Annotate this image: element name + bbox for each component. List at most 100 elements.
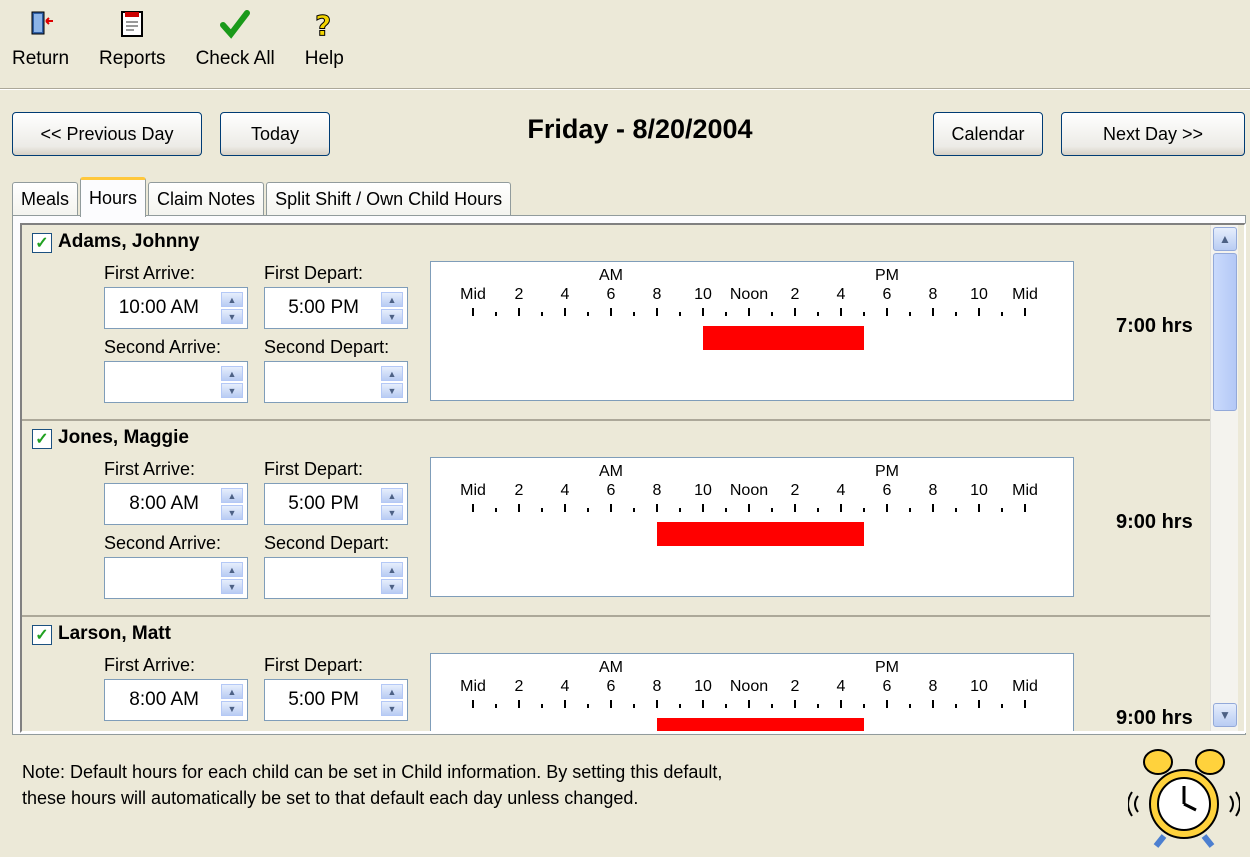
child-name: Adams, Johnny [58, 231, 200, 252]
timeline-tick [587, 312, 589, 316]
help-button[interactable]: ? Help [305, 0, 344, 88]
spin-down-icon[interactable]: ▼ [221, 505, 243, 520]
child-checkbox[interactable]: ✓ [32, 233, 52, 253]
second-depart-field[interactable]: ▲ ▼ [264, 557, 408, 599]
timeline-tick-label: 6 [882, 678, 892, 695]
timeline-tick-label: Mid [460, 678, 486, 695]
spin-down-icon[interactable]: ▼ [221, 383, 243, 398]
timeline-tick [656, 504, 658, 512]
spin-up-icon[interactable]: ▲ [381, 562, 403, 577]
timeline-tick [518, 308, 520, 316]
timeline-chart: AM PM Mid 2 4 6 8 10 Noon 2 4 6 8 10 Mid [430, 653, 1074, 731]
first-arrive-field[interactable]: 8:00 AM ▲ ▼ [104, 679, 248, 721]
spin-down-icon[interactable]: ▼ [381, 383, 403, 398]
check-all-button[interactable]: Check All [196, 0, 275, 88]
timeline-tick [610, 308, 612, 316]
pm-label: PM [875, 267, 899, 284]
spin-up-icon[interactable]: ▲ [221, 488, 243, 503]
tab-claim-notes[interactable]: Claim Notes [148, 182, 265, 216]
timeline-chart: AM PM Mid 2 4 6 8 10 Noon 2 4 6 8 10 Mid [430, 457, 1074, 597]
timeline-tick [955, 312, 957, 316]
second-arrive-label: Second Arrive: [104, 337, 222, 357]
tab-hours[interactable]: Hours [80, 177, 147, 217]
scroll-up-icon[interactable]: ▲ [1213, 227, 1237, 251]
timeline-tick [587, 508, 589, 512]
date-title: Friday - 8/20/2004 [527, 114, 753, 144]
timeline-tick-label: 4 [560, 482, 570, 499]
timeline-tick [564, 308, 566, 316]
timeline-tick-label: 2 [514, 678, 524, 695]
timeline-tick [748, 504, 750, 512]
timeline-tick [610, 504, 612, 512]
timeline-tick [886, 308, 888, 316]
child-checkbox[interactable]: ✓ [32, 625, 52, 645]
spin-up-icon[interactable]: ▲ [381, 684, 403, 699]
spin-up-icon[interactable]: ▲ [381, 292, 403, 307]
timeline-tick-label: 10 [694, 286, 712, 303]
spin-down-icon[interactable]: ▼ [221, 309, 243, 324]
child-row: ✓ Jones, Maggie First Arrive: First Depa… [22, 421, 1210, 617]
timeline-tick [587, 704, 589, 708]
scroll-down-icon[interactable]: ▼ [1213, 703, 1237, 727]
spin-up-icon[interactable]: ▲ [221, 292, 243, 307]
total-hours: 7:00 hrs [1116, 315, 1193, 337]
today-button[interactable]: Today [220, 112, 330, 156]
spin-down-icon[interactable]: ▼ [381, 701, 403, 716]
spin-down-icon[interactable]: ▼ [381, 579, 403, 594]
spin-up-icon[interactable]: ▲ [221, 684, 243, 699]
spin-up-icon[interactable]: ▲ [221, 562, 243, 577]
timeline-tick-label: 6 [606, 678, 616, 695]
timeline-tick [1001, 508, 1003, 512]
timeline-tick [518, 504, 520, 512]
second-depart-field[interactable]: ▲ ▼ [264, 361, 408, 403]
tab-split-shift[interactable]: Split Shift / Own Child Hours [266, 182, 512, 216]
spin-up-icon[interactable]: ▲ [221, 366, 243, 381]
timeline-tick [495, 312, 497, 316]
timeline-tick-label: 6 [882, 482, 892, 499]
scroll-thumb[interactable] [1213, 253, 1237, 411]
timeline-tick-label: 4 [560, 678, 570, 695]
second-arrive-field[interactable]: ▲ ▼ [104, 361, 248, 403]
timeline-tick [932, 308, 934, 316]
timeline-tick [886, 504, 888, 512]
timeline-tick-label: Mid [460, 286, 486, 303]
first-arrive-field[interactable]: 10:00 AM ▲ ▼ [104, 287, 248, 329]
note-line-2: these hours will automatically be set to… [22, 788, 639, 808]
return-button[interactable]: Return [12, 0, 69, 88]
child-name: Jones, Maggie [58, 427, 189, 448]
reports-button[interactable]: Reports [99, 0, 166, 88]
child-row: ✓ Adams, Johnny First Arrive: First Depa… [22, 225, 1210, 421]
timeline-tick-label: Noon [729, 286, 769, 303]
exit-door-icon [23, 6, 59, 42]
timeline-tick [702, 308, 704, 316]
spin-up-icon[interactable]: ▲ [381, 488, 403, 503]
first-depart-field[interactable]: 5:00 PM ▲ ▼ [264, 483, 408, 525]
calendar-button[interactable]: Calendar [933, 112, 1043, 156]
timeline-tick [679, 508, 681, 512]
children-list: ✓ Adams, Johnny First Arrive: First Depa… [20, 223, 1246, 733]
spin-down-icon[interactable]: ▼ [381, 505, 403, 520]
next-day-button[interactable]: Next Day >> [1061, 112, 1245, 156]
report-icon [114, 6, 150, 42]
spin-down-icon[interactable]: ▼ [221, 579, 243, 594]
first-depart-field[interactable]: 5:00 PM ▲ ▼ [264, 287, 408, 329]
previous-day-button[interactable]: << Previous Day [12, 112, 202, 156]
timeline-tick-label: 2 [514, 482, 524, 499]
first-arrive-label: First Arrive: [104, 459, 196, 479]
spin-down-icon[interactable]: ▼ [381, 309, 403, 324]
timeline-tick [472, 308, 474, 316]
timeline-tick [633, 312, 635, 316]
timeline-tick [1024, 308, 1026, 316]
second-arrive-field[interactable]: ▲ ▼ [104, 557, 248, 599]
timeline-tick [955, 508, 957, 512]
question-icon: ? [306, 6, 342, 42]
first-arrive-field[interactable]: 8:00 AM ▲ ▼ [104, 483, 248, 525]
vertical-scrollbar[interactable]: ▲ ▼ [1210, 225, 1238, 731]
timeline-tick [817, 508, 819, 512]
first-depart-field[interactable]: 5:00 PM ▲ ▼ [264, 679, 408, 721]
spin-up-icon[interactable]: ▲ [381, 366, 403, 381]
spin-down-icon[interactable]: ▼ [221, 701, 243, 716]
child-checkbox[interactable]: ✓ [32, 429, 52, 449]
timeline-tick [1024, 504, 1026, 512]
tab-meals[interactable]: Meals [12, 182, 79, 216]
